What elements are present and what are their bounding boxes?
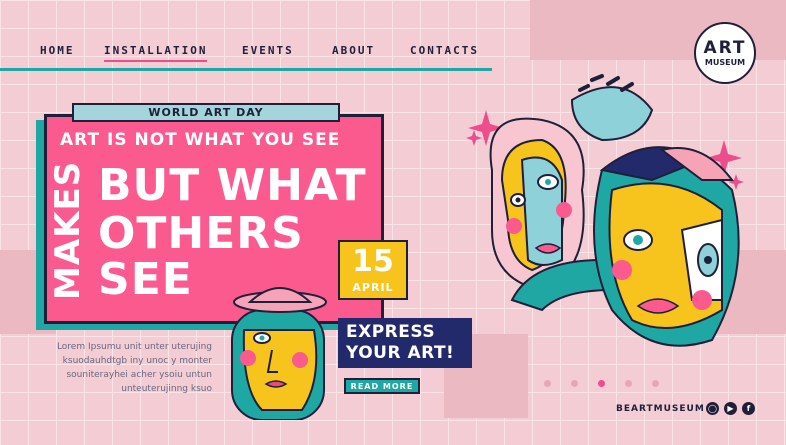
date-day: 15 bbox=[352, 243, 394, 279]
abstract-faces-illustration bbox=[466, 74, 744, 347]
nav-events[interactable]: EVENTS bbox=[242, 44, 294, 57]
instagram-icon[interactable]: ◯ bbox=[706, 402, 719, 415]
description-line: souniterayhei acher ysoiu untun bbox=[66, 370, 212, 380]
logo-text-art: ART bbox=[703, 37, 747, 58]
hero-heading-line1: BUT WHAT bbox=[98, 160, 367, 211]
nav-about[interactable]: ABOUT bbox=[332, 44, 375, 57]
express-line1: EXPRESS bbox=[346, 322, 436, 342]
description-line: unteuterujinng ksuo bbox=[121, 384, 212, 394]
hat-face-illustration bbox=[231, 287, 327, 420]
hero-heading-line3: SEE bbox=[98, 254, 193, 305]
sparkle-icon bbox=[466, 130, 482, 146]
carousel-dot[interactable] bbox=[571, 380, 578, 387]
description-line: Lorem Ipsumu unit unter uterujing bbox=[56, 342, 212, 352]
carousel-dot[interactable] bbox=[625, 380, 632, 387]
carousel-dot[interactable] bbox=[652, 380, 659, 387]
hero-subheading: ART IS NOT WHAT YOU SEE bbox=[60, 130, 341, 150]
date-month: APRIL bbox=[352, 280, 394, 294]
hero-heading-vertical: MAKES bbox=[48, 160, 88, 300]
description-text: Lorem Ipsumu unit unter uterujing ksuoda… bbox=[40, 340, 212, 396]
footer-brand: BEARTMUSEUM bbox=[616, 404, 705, 414]
read-more-button[interactable]: READ MORE bbox=[344, 378, 420, 394]
nav-contacts[interactable]: CONTACTS bbox=[410, 44, 479, 57]
nav-installation[interactable]: INSTALLATION bbox=[104, 44, 208, 62]
nav-divider bbox=[0, 68, 492, 71]
logo-text-museum: MUSEUM bbox=[704, 57, 746, 67]
date-badge: 15 APRIL bbox=[338, 240, 408, 300]
express-line2: YOUR ART! bbox=[346, 343, 455, 363]
facebook-icon[interactable]: f bbox=[742, 402, 755, 415]
hero-heading-line2: OTHERS bbox=[98, 208, 304, 259]
nav-home[interactable]: HOME bbox=[40, 44, 75, 57]
youtube-icon[interactable]: ▶ bbox=[724, 402, 737, 415]
world-art-day-tag: WORLD ART DAY bbox=[72, 103, 340, 122]
carousel-dots bbox=[544, 380, 659, 387]
description-line: ksuodauhdtgb iny unoc y monter bbox=[62, 356, 212, 366]
carousel-dot-active[interactable] bbox=[598, 380, 605, 387]
carousel-dot[interactable] bbox=[544, 380, 551, 387]
